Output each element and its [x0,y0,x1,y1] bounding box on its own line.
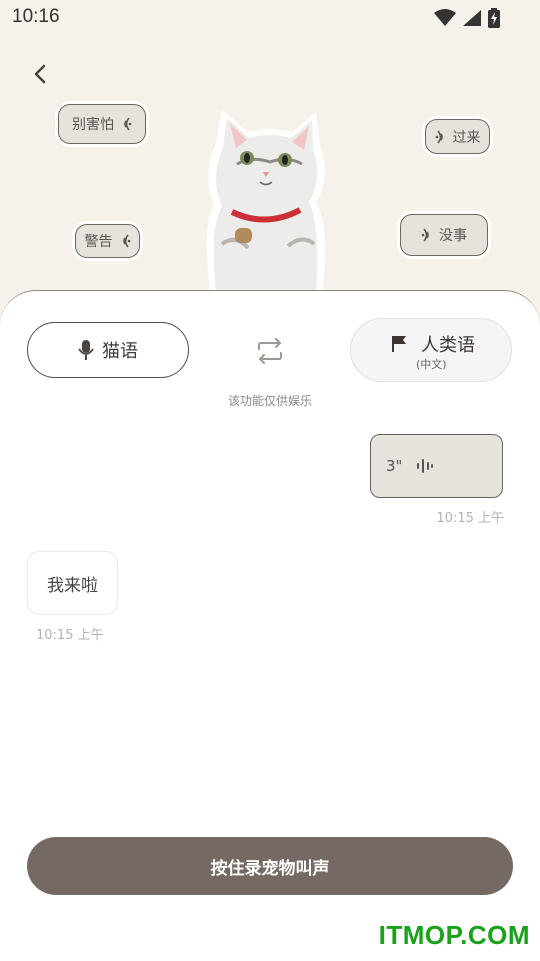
sound-waves-icon [421,228,429,242]
cat-language-button[interactable]: 猫语 [27,322,189,378]
phrase-bubble-guo-lai[interactable]: 过来 [425,119,490,154]
human-language-button[interactable]: 人类语 (中文) [350,318,512,382]
entertainment-disclaimer: 该功能仅供娱乐 [227,394,312,408]
message-timestamp: 10:15 上午 [36,628,104,643]
sound-waves-icon [124,117,132,131]
voice-waveform-icon [417,459,434,473]
phrase-bubble-jing-gao[interactable]: 警告 [75,224,140,258]
bubble-label: 警告 [84,234,113,250]
record-pet-sound-button[interactable]: 按住录宠物叫声 [27,837,513,895]
chevron-left-icon [34,64,46,84]
voice-message-bubble[interactable]: 3" [370,434,503,498]
bubble-label: 别害怕 [72,117,114,133]
sound-waves-icon [122,234,130,248]
phrase-bubble-bie-hai-pa[interactable]: 别害怕 [58,104,146,144]
cat-language-label: 猫语 [102,341,138,362]
human-language-sublabel: (中文) [416,358,447,371]
voice-duration: 3" [386,457,403,475]
back-button[interactable] [30,62,52,86]
status-time: 10:16 [12,6,60,27]
wifi-icon [434,9,456,26]
human-language-label: 人类语 [421,335,475,356]
battery-charging-icon [488,8,500,28]
sound-waves-icon [435,129,443,144]
message-timestamp: 10:15 上午 [436,511,504,526]
watermark: ITMOP.COM [378,920,530,950]
phrase-bubble-mei-shi[interactable]: 没事 [400,214,488,256]
flag-icon [392,336,406,352]
text-message-bubble: 我来啦 [27,551,118,615]
record-button-label: 按住录宠物叫声 [210,858,330,879]
message-text: 我来啦 [47,575,98,596]
bubble-label: 过来 [452,129,481,146]
swap-icon [258,338,282,364]
signal-icon [463,10,481,26]
status-icons [434,8,500,28]
cat-illustration [206,110,326,292]
status-bar: 10:16 [0,0,540,36]
bubble-label: 没事 [439,228,467,244]
swap-language-button[interactable] [256,338,284,364]
microphone-icon [78,340,94,360]
